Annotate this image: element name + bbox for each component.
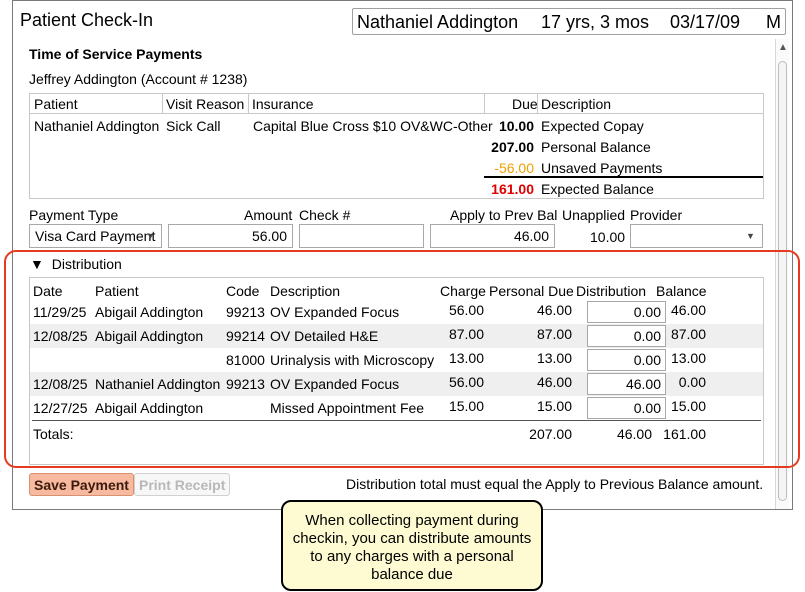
visit-table-header: Patient Visit Reason Insurance Due Descr… bbox=[30, 94, 763, 114]
distribution-highlight-outline bbox=[4, 250, 800, 468]
desc-expected-balance: Expected Balance bbox=[541, 181, 654, 197]
header-description: Description bbox=[541, 96, 612, 112]
payment-type-chevron-down-icon[interactable]: ▼ bbox=[146, 231, 155, 241]
header-insurance: Insurance bbox=[252, 96, 314, 112]
visit-insurance: Capital Blue Cross $10 OV&WC-Other bbox=[253, 118, 493, 134]
account-label: Jeffrey Addington (Account # 1238) bbox=[29, 71, 248, 87]
header-due: Due bbox=[512, 96, 538, 112]
save-payment-button[interactable]: Save Payment bbox=[29, 473, 134, 496]
totals-divider bbox=[484, 176, 763, 178]
desc-unsaved-payments: Unsaved Payments bbox=[541, 160, 663, 176]
amount-input[interactable]: 56.00 bbox=[168, 224, 293, 248]
label-check: Check # bbox=[299, 207, 351, 223]
window-title: Patient Check-In bbox=[20, 10, 154, 30]
distribution-rule-note: Distribution total must equal the Apply … bbox=[346, 476, 764, 492]
due-expected-balance: 161.00 bbox=[491, 181, 534, 197]
due-copay: 10.00 bbox=[498, 118, 534, 134]
apply-prev-bal-input[interactable]: 46.00 bbox=[430, 224, 555, 248]
patient-header-box: Nathaniel Addington 17 yrs, 3 mos 03/17/… bbox=[352, 8, 786, 35]
visit-patient: Nathaniel Addington bbox=[34, 118, 160, 134]
label-amount: Amount bbox=[244, 207, 293, 223]
section-title: Time of Service Payments bbox=[29, 46, 203, 62]
check-number-input[interactable] bbox=[299, 224, 424, 248]
due-unsaved-payments: -56.00 bbox=[494, 160, 534, 176]
label-unapplied: Unapplied bbox=[562, 207, 626, 223]
payment-type-value: Visa Card Payment bbox=[35, 228, 156, 244]
label-payment-type: Payment Type bbox=[29, 207, 119, 223]
label-provider: Provider bbox=[630, 207, 683, 223]
provider-select[interactable] bbox=[630, 224, 763, 248]
payment-type-select[interactable]: Visa Card Payment bbox=[29, 224, 162, 248]
tutorial-callout: When collecting payment during checkin, … bbox=[281, 500, 543, 591]
desc-copay: Expected Copay bbox=[541, 118, 644, 134]
unapplied-value: 10.00 bbox=[590, 229, 626, 245]
label-apply-prev-bal: Apply to Prev Bal bbox=[450, 207, 558, 223]
due-personal-balance: 207.00 bbox=[491, 139, 534, 155]
patient-dob: 03/17/09 bbox=[670, 12, 741, 32]
visit-table: Patient Visit Reason Insurance Due Descr… bbox=[29, 93, 764, 199]
desc-personal-balance: Personal Balance bbox=[541, 139, 651, 155]
header-visit-reason: Visit Reason bbox=[166, 96, 245, 112]
patient-name: Nathaniel Addington bbox=[357, 12, 519, 32]
scroll-up-arrow-icon[interactable]: ▲ bbox=[778, 42, 788, 53]
visit-reason: Sick Call bbox=[166, 118, 221, 134]
provider-chevron-down-icon[interactable]: ▼ bbox=[746, 231, 755, 241]
header-patient: Patient bbox=[34, 96, 78, 112]
patient-age: 17 yrs, 3 mos bbox=[541, 12, 650, 32]
print-receipt-button[interactable]: Print Receipt bbox=[134, 473, 231, 496]
patient-sex: M bbox=[766, 12, 781, 32]
